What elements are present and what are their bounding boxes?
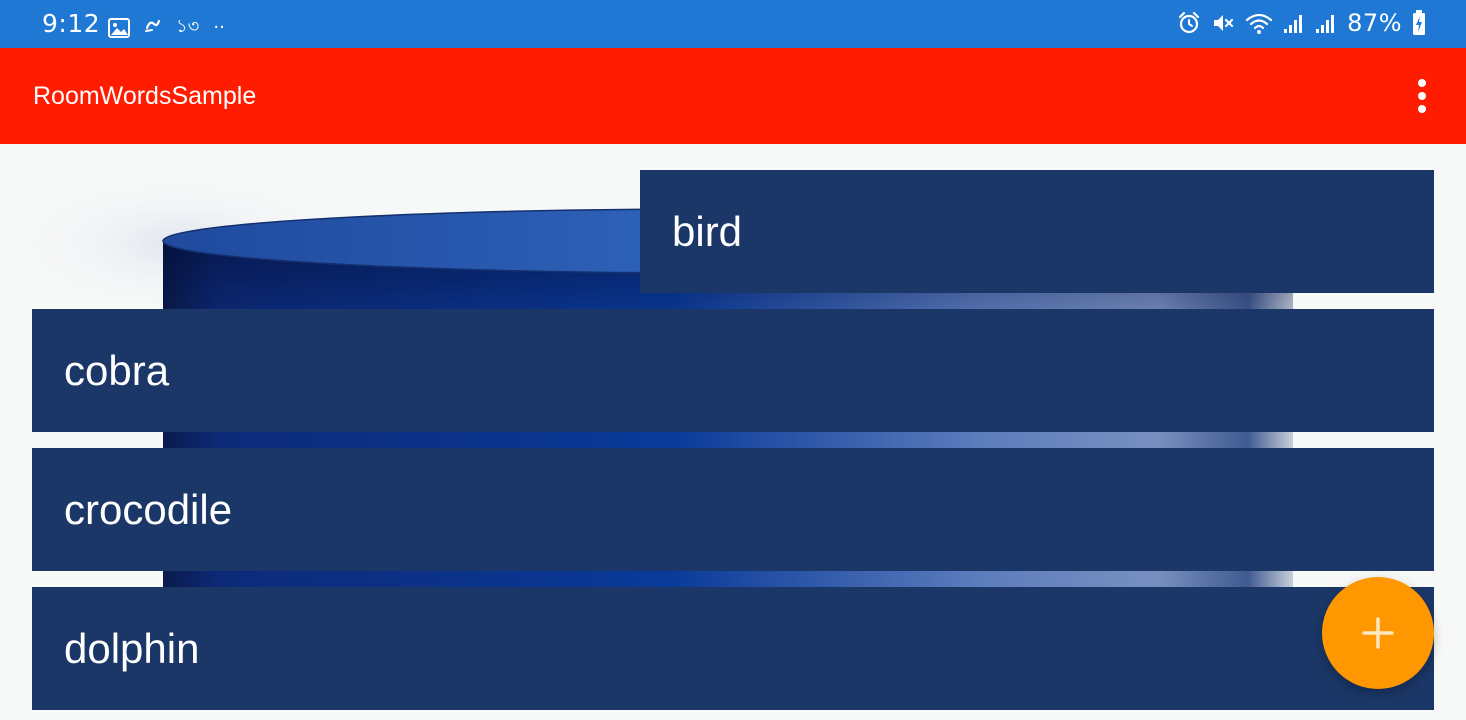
app-title: RoomWordsSample — [33, 82, 257, 110]
battery-charging-icon — [1412, 10, 1426, 36]
status-time: 9:12 — [42, 9, 101, 38]
add-word-button[interactable] — [1322, 577, 1434, 689]
word-item[interactable]: cobra — [32, 309, 1434, 432]
status-bar: 9:12 ১৩ ·· 87% — [0, 0, 1466, 48]
status-notification-icons: ১৩ ·· — [108, 12, 225, 43]
signal-icon — [1283, 12, 1305, 34]
notification-icon — [144, 16, 162, 39]
status-system-icons: 87% — [1177, 9, 1426, 37]
app-bar: RoomWordsSample — [0, 48, 1466, 144]
word-item[interactable]: bird — [640, 170, 1434, 293]
battery-percent: 87% — [1347, 9, 1402, 37]
gallery-icon — [108, 17, 130, 38]
app-screen: 9:12 ১৩ ·· 87% RoomWordsSample bird cobr… — [0, 0, 1466, 720]
status-glyph-text: ১৩ — [176, 16, 200, 37]
word-item[interactable]: crocodile — [32, 448, 1434, 571]
wifi-icon — [1245, 11, 1273, 35]
mute-icon — [1211, 11, 1235, 35]
alarm-icon — [1177, 11, 1201, 35]
status-dots: ·· — [213, 17, 225, 38]
signal-icon — [1315, 12, 1337, 34]
add-icon — [1362, 617, 1394, 649]
word-item[interactable]: dolphin — [32, 587, 1434, 710]
overflow-menu-icon[interactable] — [1406, 76, 1438, 116]
